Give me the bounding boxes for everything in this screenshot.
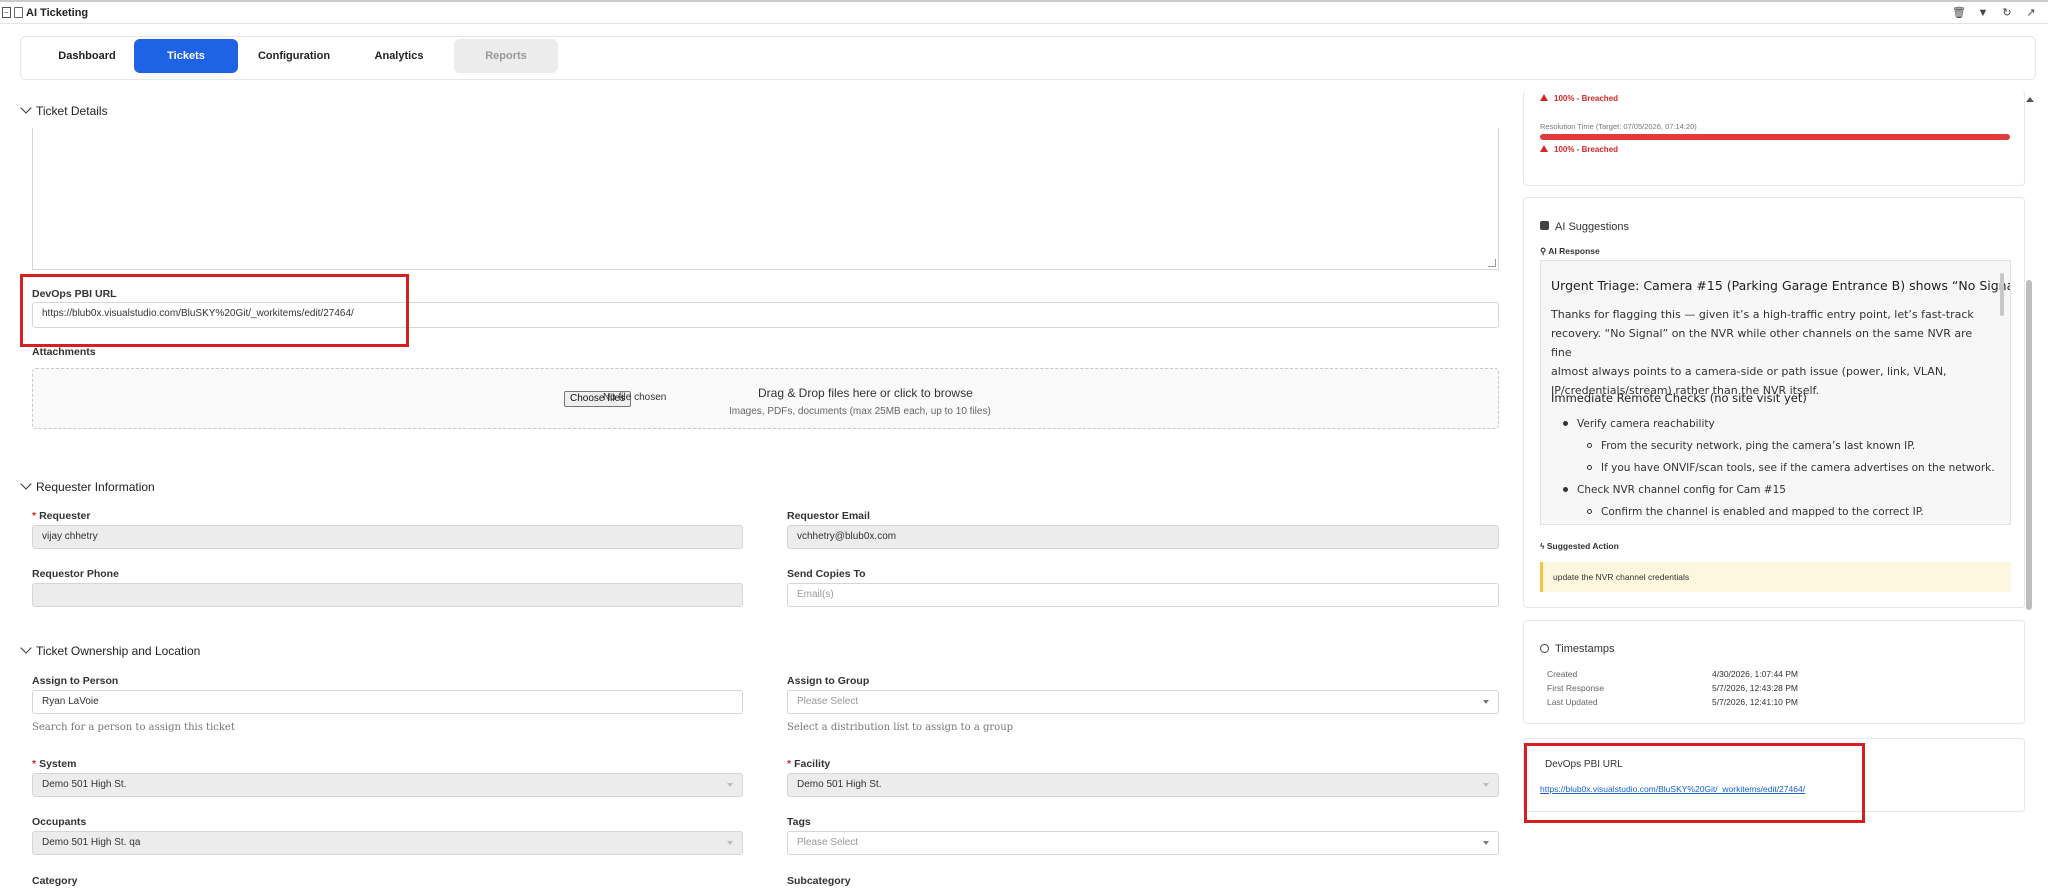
resolution-status: 100% - Breached bbox=[1540, 145, 1618, 154]
last-updated-label: Last Updated bbox=[1547, 697, 1598, 707]
last-updated-value: 5/7/2026, 12:41:10 PM bbox=[1712, 697, 1799, 707]
system-label: * System bbox=[32, 758, 77, 770]
occupants-label: Occupants bbox=[32, 816, 87, 828]
attachments-label: Attachments bbox=[32, 346, 96, 358]
app-title: AI Ticketing bbox=[26, 7, 89, 19]
dropzone-text: Drag & Drop files here or click to brows… bbox=[758, 386, 973, 400]
bolt-icon: ϟ bbox=[1540, 541, 1547, 551]
tab-configuration[interactable]: Configuration bbox=[242, 39, 346, 73]
suggested-action-label: ϟ Suggested Action bbox=[1540, 541, 1619, 551]
requestor-email-label: Requestor Email bbox=[787, 510, 870, 522]
occupants-select[interactable]: Demo 501 High St. qa bbox=[32, 831, 743, 855]
ownership-header[interactable]: Ticket Ownership and Location bbox=[20, 642, 201, 658]
dropzone-subtext: Images, PDFs, documents (max 25MB each, … bbox=[729, 406, 991, 417]
ai-response-label: ⚲ AI Response bbox=[1540, 246, 1600, 256]
refresh-icon[interactable]: ↻ bbox=[2000, 6, 2014, 20]
category-label: Category bbox=[32, 875, 78, 887]
requestor-email-field[interactable]: vchhetry@blub0x.com bbox=[787, 525, 1499, 549]
chevron-down-icon bbox=[1483, 841, 1489, 845]
window-tools: 🗑 ▼ ↻ ↗ bbox=[1952, 6, 2038, 20]
requester-field[interactable]: vijay chhetry bbox=[32, 525, 743, 549]
file-dropzone[interactable]: Choose files No file chosen Drag & Drop … bbox=[32, 368, 1499, 429]
chevron-down-icon bbox=[20, 102, 32, 114]
section-title-ticket-details: Ticket Details bbox=[36, 104, 108, 118]
assign-person-help: Search for a person to assign this ticke… bbox=[32, 722, 235, 733]
tags-label: Tags bbox=[787, 816, 811, 828]
chevron-down-icon bbox=[20, 478, 32, 490]
tab-tickets[interactable]: Tickets bbox=[134, 39, 238, 73]
warning-icon bbox=[1540, 94, 1548, 101]
sla-card: 100% - Breached Resolution Time (Target:… bbox=[1523, 90, 2025, 186]
page-scrollbar[interactable] bbox=[2026, 280, 2032, 610]
created-value: 4/30/2026, 1:07:44 PM bbox=[1712, 669, 1799, 679]
list-item: Check NVR channel config for Cam #15 bbox=[1563, 484, 1786, 496]
clock-icon bbox=[1540, 644, 1549, 653]
section-title-requester: Requester Information bbox=[36, 480, 155, 494]
subcategory-label: Subcategory bbox=[787, 875, 851, 887]
assign-group-help: Select a distribution list to assign to … bbox=[787, 722, 1014, 733]
send-copies-label: Send Copies To bbox=[787, 568, 866, 580]
warning-icon bbox=[1540, 145, 1548, 152]
resize-grip-icon[interactable] bbox=[1488, 259, 1496, 267]
tab-analytics[interactable]: Analytics bbox=[347, 39, 451, 73]
requester-info-header[interactable]: Requester Information bbox=[20, 478, 155, 494]
list-item: From the security network, ping the came… bbox=[1587, 440, 1915, 452]
highlight-devops-card bbox=[1524, 743, 1865, 823]
assign-person-input[interactable]: Ryan LaVoie bbox=[32, 690, 743, 714]
created-label: Created bbox=[1547, 669, 1578, 679]
ticket-details-header[interactable]: Ticket Details bbox=[20, 102, 108, 118]
requester-label: * Requester bbox=[32, 510, 91, 522]
highlight-devops-field bbox=[20, 274, 409, 347]
scroll-up-icon[interactable] bbox=[2026, 97, 2034, 102]
chevron-down-icon bbox=[1483, 700, 1489, 704]
robot-icon bbox=[1540, 221, 1549, 230]
list-item: If you have ONVIF/scan tools, see if the… bbox=[1587, 462, 1995, 474]
filter-icon[interactable]: ▼ bbox=[1976, 6, 1990, 20]
delete-icon[interactable]: 🗑 bbox=[1952, 6, 1966, 20]
list-item: Confirm the channel is enabled and mappe… bbox=[1587, 506, 1924, 518]
ai-response-box[interactable]: Urgent Triage: Camera #15 (Parking Garag… bbox=[1540, 260, 2011, 525]
first-response-status: 100% - Breached bbox=[1540, 94, 1618, 103]
resolution-progress-bar bbox=[1540, 134, 2010, 140]
send-copies-input[interactable]: Email(s) bbox=[787, 583, 1499, 607]
tags-select[interactable]: Please Select bbox=[787, 831, 1499, 855]
chevron-down-icon bbox=[727, 841, 733, 845]
first-response-value: 5/7/2026, 12:43:28 PM bbox=[1712, 683, 1799, 693]
section-title-ownership: Ticket Ownership and Location bbox=[36, 644, 201, 658]
app-icon bbox=[14, 7, 23, 18]
tab-reports: Reports bbox=[454, 39, 558, 73]
facility-select[interactable]: Demo 501 High St. bbox=[787, 773, 1499, 797]
tab-bar: Dashboard Tickets Configuration Analytic… bbox=[20, 36, 2036, 80]
system-select[interactable]: Demo 501 High St. bbox=[32, 773, 743, 797]
assign-person-label: Assign to Person bbox=[32, 675, 119, 687]
requestor-phone-label: Requestor Phone bbox=[32, 568, 119, 580]
requestor-phone-field[interactable] bbox=[32, 583, 743, 607]
ai-box-scrollbar[interactable] bbox=[2000, 273, 2004, 316]
expand-icon[interactable]: ↗ bbox=[2024, 6, 2038, 20]
assign-group-label: Assign to Group bbox=[787, 675, 870, 687]
ai-response-paragraph: Thanks for flagging this — given it’s a … bbox=[1551, 308, 1974, 397]
ai-response-heading: Urgent Triage: Camera #15 (Parking Garag… bbox=[1551, 278, 2011, 293]
chevron-down-icon bbox=[1483, 783, 1489, 787]
list-item: Verify camera reachability bbox=[1563, 418, 1715, 430]
chevron-down-icon bbox=[20, 642, 32, 654]
timestamps-title: Timestamps bbox=[1540, 643, 1615, 655]
chevron-down-icon bbox=[727, 783, 733, 787]
suggested-action-text: update the NVR channel credentials bbox=[1540, 562, 2011, 592]
description-textarea[interactable] bbox=[32, 128, 1499, 270]
facility-label: * Facility bbox=[787, 758, 831, 770]
title-bar: – AI Ticketing 🗑 ▼ ↻ ↗ bbox=[0, 0, 2048, 24]
assign-group-select[interactable]: Please Select bbox=[787, 690, 1499, 714]
ai-suggestions-title: AI Suggestions bbox=[1540, 221, 1629, 233]
ai-response-subheading: Immediate Remote Checks (no site visit y… bbox=[1551, 391, 1807, 405]
tab-dashboard[interactable]: Dashboard bbox=[35, 39, 139, 73]
resolution-time-label: Resolution Time (Target: 07/05/2026, 07:… bbox=[1540, 122, 1697, 131]
first-response-label: First Response bbox=[1547, 683, 1605, 693]
collapse-icon[interactable]: – bbox=[2, 7, 11, 18]
no-file-text: No file chosen bbox=[603, 392, 667, 403]
